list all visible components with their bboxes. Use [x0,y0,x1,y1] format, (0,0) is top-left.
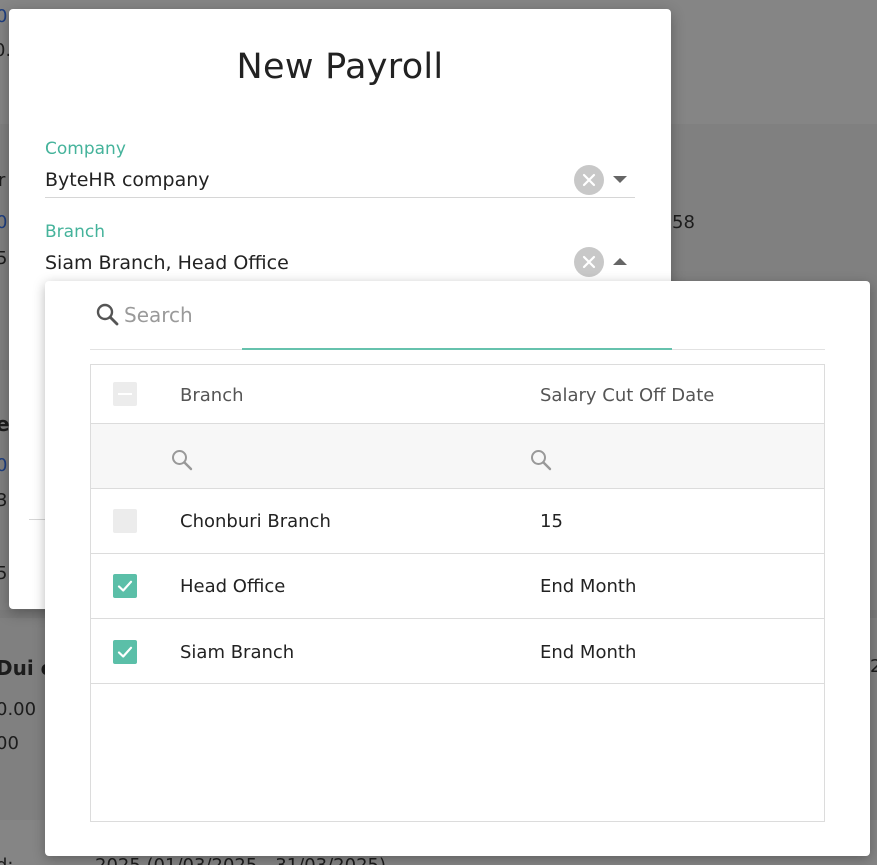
branch-clear-button[interactable] [574,247,604,277]
caret-down-icon [613,176,627,183]
background-text: 00 [0,733,19,754]
branch-cell: Siam Branch [180,642,295,663]
check-icon [117,580,133,592]
company-value[interactable]: ByteHR company [45,169,210,191]
background-text: 58 [672,212,695,233]
search-icon[interactable] [170,448,194,472]
search-input[interactable] [124,301,724,329]
search-focus-indicator [242,348,672,350]
table-row[interactable]: Siam Branch End Month [91,619,824,684]
grid-header-row: Branch Salary Cut Off Date [91,365,824,424]
select-all-checkbox[interactable] [113,382,137,406]
company-underline [45,197,635,198]
column-header-branch[interactable]: Branch [180,385,244,406]
background-text: 0 [0,6,8,27]
branch-value[interactable]: Siam Branch, Head Office [45,252,289,274]
branch-grid: Branch Salary Cut Off Date Chonburi Bran… [90,364,825,822]
search-icon[interactable] [529,448,553,472]
company-dropdown-toggle[interactable] [611,171,629,189]
background-text: 3 [0,490,8,511]
background-text: 5 [0,248,8,269]
grid-filter-row [91,424,824,489]
table-row[interactable]: Chonburi Branch 15 [91,489,824,554]
row-checkbox[interactable] [113,574,137,598]
row-checkbox[interactable] [113,509,137,533]
cutoff-cell: End Month [540,576,637,597]
branch-dropdown-toggle[interactable] [611,253,629,271]
background-text: 2025 (01/03/2025 - 31/03/2025) [95,855,386,865]
background-text: 0 [0,455,8,476]
search-icon [96,303,119,326]
background-text: 5 [0,563,8,584]
modal-title: New Payroll [236,47,444,87]
branch-cell: Chonburi Branch [180,511,331,532]
close-icon [582,255,596,269]
search-box [90,299,825,350]
close-icon [582,173,596,187]
column-header-salary-cut-off-date[interactable]: Salary Cut Off Date [540,385,714,406]
background-text: r [0,170,6,191]
table-row[interactable]: Head Office End Month [91,554,824,619]
branch-label: Branch [45,222,105,242]
cutoff-cell: 15 [540,511,563,532]
background-text: 0 [0,212,8,233]
background-text: d: [0,855,14,865]
branch-dropdown-panel: Branch Salary Cut Off Date Chonburi Bran… [45,281,870,856]
caret-up-icon [613,258,627,265]
company-label: Company [45,139,126,159]
branch-cell: Head Office [180,576,286,597]
background-text: 2! [870,656,877,677]
company-clear-button[interactable] [574,165,604,195]
background-text: 0.00 [0,699,37,720]
cutoff-cell: End Month [540,642,637,663]
row-checkbox[interactable] [113,640,137,664]
check-icon [117,646,133,658]
